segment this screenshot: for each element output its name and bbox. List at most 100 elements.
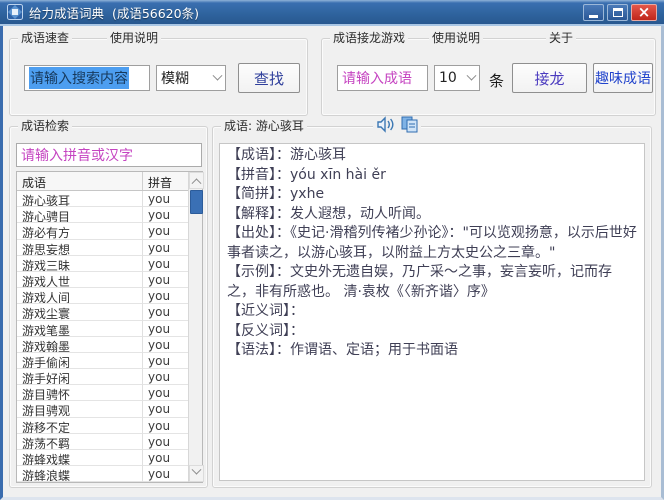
table-scrollbar[interactable] bbox=[188, 172, 202, 482]
idiom-detail-text[interactable]: 【成语】：游心骇耳 【拼音】：yóu xīn hài ěr 【简拼】：yxhe … bbox=[219, 143, 645, 481]
scroll-down-button[interactable] bbox=[189, 465, 204, 482]
table-row[interactable]: 游目骋观 you bbox=[17, 401, 188, 417]
idiom-cell: 游戏人间 bbox=[17, 288, 143, 304]
table-row[interactable]: 游心骋目 you bbox=[17, 207, 188, 223]
chain-game-group-label: 成语接龙游戏 bbox=[330, 31, 408, 46]
chain-button[interactable]: 接龙 bbox=[512, 63, 587, 93]
table-row[interactable]: 游目骋怀 you bbox=[17, 385, 188, 401]
idiom-cell: 游戏笔墨 bbox=[17, 321, 143, 337]
quick-search-input-value: 请输入搜索内容 bbox=[29, 67, 129, 89]
close-button[interactable]: × bbox=[631, 4, 657, 21]
table-row[interactable]: 游戏尘寰 you bbox=[17, 304, 188, 320]
idiom-cell: 游戏人世 bbox=[17, 272, 143, 288]
detail-line: 【解释】：发人遐想，动人听闻。 bbox=[227, 205, 637, 225]
window-titlebar[interactable]: 给力成语词典 (成语56620条) × bbox=[0, 0, 664, 26]
chain-count-value: 10 bbox=[439, 70, 457, 86]
detail-line: 【简拼】：yxhe bbox=[227, 185, 637, 205]
pinyin-cell: you bbox=[143, 321, 188, 337]
detail-line: 【近义词】： bbox=[227, 302, 637, 322]
detail-group: 成语: 游心骇耳 【成语】：游心骇耳 【拼音】：yóu xīn hài ěr 【… bbox=[212, 126, 652, 488]
pinyin-cell: you bbox=[143, 401, 188, 417]
pinyin-cell: you bbox=[143, 240, 188, 256]
pinyin-cell: you bbox=[143, 434, 188, 450]
table-row[interactable]: 游戏翰墨 you bbox=[17, 337, 188, 353]
index-group-label: 成语检索 bbox=[18, 119, 72, 134]
idiom-cell: 游手好闲 bbox=[17, 369, 143, 385]
idiom-cell: 游戏三昧 bbox=[17, 256, 143, 272]
app-window: 给力成语词典 (成语56620条) × 成语速查 使用说明 请输入搜索内容 模糊… bbox=[0, 0, 664, 500]
chain-input[interactable]: 请输入成语 bbox=[337, 65, 428, 91]
table-row[interactable]: 游必有方 you bbox=[17, 223, 188, 239]
table-row[interactable]: 游蜂戏蝶 you bbox=[17, 450, 188, 466]
window-title: 给力成语词典 (成语56620条) bbox=[29, 3, 199, 22]
chain-game-help-link[interactable]: 使用说明 bbox=[429, 31, 483, 46]
pinyin-cell: you bbox=[143, 418, 188, 434]
scroll-up-button[interactable] bbox=[189, 172, 204, 189]
scrollbar-thumb[interactable] bbox=[190, 190, 203, 214]
chain-game-group: 成语接龙游戏 使用说明 关于 请输入成语 10 条 接龙 趣味成语 bbox=[321, 38, 656, 116]
pinyin-cell: you bbox=[143, 385, 188, 401]
close-icon: × bbox=[638, 5, 651, 20]
detail-line: 【示例】：文史外无遗自娱，乃广采～之事，妄言妄听，记而存之，非有所惑也。 清·袁… bbox=[227, 263, 637, 302]
quick-search-input[interactable]: 请输入搜索内容 bbox=[24, 65, 150, 91]
idiom-cell: 游戏尘寰 bbox=[17, 304, 143, 320]
chevron-down-icon bbox=[192, 465, 202, 475]
fun-idiom-button[interactable]: 趣味成语 bbox=[593, 63, 653, 93]
idiom-table-header: 成语 拼音 bbox=[17, 172, 188, 191]
pinyin-cell: you bbox=[143, 288, 188, 304]
chain-count-select[interactable]: 10 bbox=[434, 65, 480, 91]
chain-input-placeholder: 请输入成语 bbox=[342, 68, 412, 88]
idiom-cell: 游目骋观 bbox=[17, 401, 143, 417]
table-row[interactable]: 游心骇耳 you bbox=[17, 191, 188, 207]
idiom-cell: 游思妄想 bbox=[17, 240, 143, 256]
detail-line: 【出处】：《史记·滑稽列传褚少孙论》："可以览观扬意，以示后世好事者读之，以游心… bbox=[227, 224, 637, 263]
minimize-button[interactable] bbox=[583, 4, 604, 21]
idiom-table: 成语 拼音 游心骇耳 you 游心骋目 you bbox=[16, 171, 203, 483]
maximize-button[interactable] bbox=[607, 4, 628, 21]
idiom-cell: 游目骋怀 bbox=[17, 385, 143, 401]
idiom-cell: 游戏翰墨 bbox=[17, 337, 143, 353]
detail-line: 【成语】：游心骇耳 bbox=[227, 146, 637, 166]
pinyin-cell: you bbox=[143, 272, 188, 288]
speaker-icon[interactable] bbox=[376, 116, 394, 133]
count-unit-label: 条 bbox=[489, 70, 504, 91]
find-button[interactable]: 查找 bbox=[238, 63, 300, 93]
pinyin-cell: you bbox=[143, 304, 188, 320]
pinyin-cell: you bbox=[143, 207, 188, 223]
maximize-icon bbox=[613, 8, 623, 17]
idiom-cell: 游必有方 bbox=[17, 223, 143, 239]
chevron-down-icon bbox=[213, 70, 223, 80]
pinyin-cell: you bbox=[143, 191, 188, 207]
table-row[interactable]: 游思妄想 you bbox=[17, 240, 188, 256]
minimize-icon bbox=[589, 15, 598, 18]
quick-search-help-link[interactable]: 使用说明 bbox=[107, 31, 161, 46]
pinyin-cell: you bbox=[143, 337, 188, 353]
table-row[interactable]: 游手好闲 you bbox=[17, 369, 188, 385]
idiom-cell: 游心骋目 bbox=[17, 207, 143, 223]
idiom-cell: 游移不定 bbox=[17, 418, 143, 434]
idiom-cell: 游荡不羁 bbox=[17, 434, 143, 450]
column-header-pinyin[interactable]: 拼音 bbox=[143, 172, 188, 190]
table-row[interactable]: 游戏笔墨 you bbox=[17, 321, 188, 337]
pinyin-search-placeholder: 请输入拼音或汉字 bbox=[21, 145, 133, 165]
app-icon bbox=[7, 4, 23, 20]
table-row[interactable]: 游手偷闲 you bbox=[17, 353, 188, 369]
table-row[interactable]: 游戏人世 you bbox=[17, 272, 188, 288]
copy-icon[interactable] bbox=[401, 116, 418, 133]
index-group: 成语检索 请输入拼音或汉字 成语 拼音 游心骇耳 you bbox=[9, 126, 208, 488]
idiom-cell: 游手偷闲 bbox=[17, 353, 143, 369]
table-row[interactable]: 游蜂浪蝶 you bbox=[17, 466, 188, 482]
table-row[interactable]: 游荡不羁 you bbox=[17, 434, 188, 450]
pinyin-cell: you bbox=[143, 353, 188, 369]
search-mode-select[interactable]: 模糊 bbox=[156, 65, 226, 91]
table-row[interactable]: 游戏三昧 you bbox=[17, 256, 188, 272]
table-row[interactable]: 游移不定 you bbox=[17, 418, 188, 434]
idiom-cell: 游蜂浪蝶 bbox=[17, 466, 143, 482]
detail-line: 【语法】：作谓语、定语；用于书面语 bbox=[227, 341, 637, 361]
quick-search-group-label: 成语速查 bbox=[18, 31, 72, 46]
about-link[interactable]: 关于 bbox=[546, 31, 576, 46]
pinyin-search-input[interactable]: 请输入拼音或汉字 bbox=[16, 143, 202, 167]
table-row[interactable]: 游戏人间 you bbox=[17, 288, 188, 304]
column-header-idiom[interactable]: 成语 bbox=[17, 172, 143, 190]
quick-search-group: 成语速查 使用说明 请输入搜索内容 模糊 查找 bbox=[9, 38, 308, 116]
